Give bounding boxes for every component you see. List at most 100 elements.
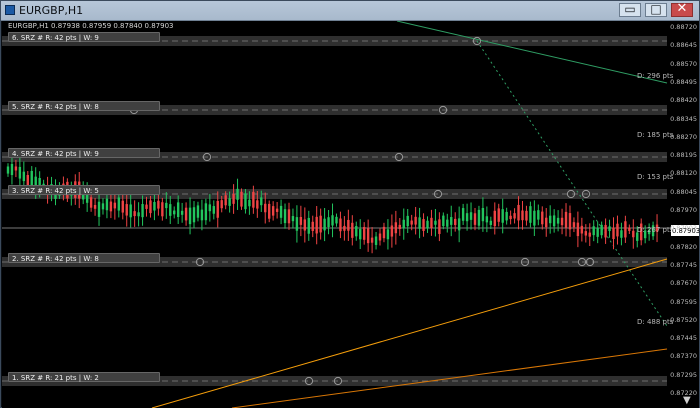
candle-body — [165, 203, 167, 208]
candle-body — [529, 206, 531, 223]
price-scale-label: 0.87295 — [670, 371, 697, 379]
candle-body — [205, 203, 207, 220]
candle-body — [339, 219, 341, 232]
candle-body — [521, 211, 523, 221]
candle-body — [387, 229, 389, 239]
candle-body — [335, 217, 337, 224]
candle-body — [458, 218, 460, 230]
minimize-button[interactable]: ▭ — [619, 3, 641, 17]
candle-body — [268, 204, 270, 219]
candle-body — [304, 219, 306, 230]
candle-body — [122, 201, 124, 213]
price-scale-label: 0.88045 — [670, 188, 697, 196]
candle-body — [217, 201, 219, 218]
candle-body — [525, 211, 527, 221]
candle-body — [632, 231, 634, 237]
candle-body — [173, 211, 175, 215]
candle-body — [224, 195, 226, 205]
distance-label-3: D: 153 pts — [637, 173, 673, 181]
candle-body — [351, 223, 353, 238]
candle-body — [149, 200, 151, 213]
maximize-icon: □ — [646, 2, 666, 16]
candle-body — [240, 192, 242, 207]
candle-body — [505, 212, 507, 221]
candle-body — [7, 166, 9, 173]
candle-body — [177, 202, 179, 217]
candle-body — [236, 189, 238, 200]
candle-body — [375, 236, 377, 244]
candle-body — [628, 228, 630, 231]
candle-body — [616, 224, 618, 237]
candle-body — [620, 230, 622, 238]
maximize-button[interactable]: □ — [645, 3, 667, 17]
candle-body — [94, 205, 96, 209]
candle-body — [331, 215, 333, 225]
candle-body — [157, 201, 159, 209]
window-buttons: ▭ □ ✕ — [619, 3, 693, 17]
chart-canvas[interactable] — [2, 21, 699, 408]
price-scale-label: 0.88120 — [670, 169, 697, 177]
price-scale-label: 0.88570 — [670, 60, 697, 68]
close-icon: ✕ — [672, 1, 692, 16]
candle-body — [133, 211, 135, 216]
level-label-6: 6. SRZ # R: 42 pts | W: 9 — [8, 32, 160, 42]
price-scale-label: 0.87745 — [670, 261, 697, 269]
candle-body — [513, 213, 515, 218]
candle-body — [189, 208, 191, 224]
candle-body — [593, 226, 595, 235]
candle-body — [280, 206, 282, 218]
close-button[interactable]: ✕ — [671, 3, 693, 17]
candle-body — [315, 217, 317, 234]
price-scale-label: 0.87595 — [670, 298, 697, 306]
titlebar[interactable]: EURGBP,H1 ▭ □ ✕ — [1, 1, 699, 21]
candle-body — [418, 217, 420, 228]
candle-body — [221, 200, 223, 208]
candle-body — [577, 223, 579, 236]
trendlines — [152, 21, 667, 408]
price-scale-label: 0.88720 — [670, 23, 697, 31]
price-scale-label: 0.87903 — [670, 224, 697, 232]
candle-body — [355, 226, 357, 236]
candle-body — [248, 200, 250, 206]
level-label-4: 4. SRZ # R: 42 pts | W: 9 — [8, 148, 160, 158]
candle-body — [533, 211, 535, 226]
candle-body — [102, 203, 104, 209]
price-scale-label: 0.87445 — [670, 334, 697, 342]
price-chart[interactable]: EURGBP,H1 0.87938 0.87959 0.87840 0.8790… — [2, 21, 699, 408]
candle-body — [565, 212, 567, 228]
price-scale-label: 0.88645 — [670, 41, 697, 49]
price-scale-label: 0.88495 — [670, 78, 697, 86]
candle-body — [482, 208, 484, 221]
candle-body — [399, 225, 401, 229]
candle-body — [573, 222, 575, 227]
candle-body — [308, 218, 310, 234]
arrow-down-icon[interactable]: ▼ — [683, 396, 693, 406]
candle-body — [106, 199, 108, 211]
candle-body — [604, 225, 606, 238]
candle-body — [126, 204, 128, 215]
candle-body — [23, 172, 25, 181]
candle-body — [288, 209, 290, 223]
distance-label-2: D: 185 pts — [637, 131, 673, 139]
candle-body — [569, 213, 571, 229]
candle-body — [264, 204, 266, 213]
candle-body — [161, 202, 163, 216]
candle-body — [11, 164, 13, 175]
candle-body — [213, 206, 215, 214]
window-title: EURGBP,H1 — [19, 4, 83, 17]
candle-body — [553, 215, 555, 226]
candle-body — [585, 231, 587, 235]
level-label-1: 1. SRZ # R: 21 pts | W: 2 — [8, 372, 160, 382]
distance-label-5: D: 488 pts — [637, 318, 673, 326]
candle-body — [256, 200, 258, 208]
candle-body — [193, 207, 195, 222]
candle-body — [395, 222, 397, 233]
candle-body — [517, 205, 519, 220]
candle-body — [426, 221, 428, 229]
candlesticks — [7, 154, 658, 253]
candle-body — [545, 218, 547, 227]
level-markers — [130, 37, 593, 384]
distance-label-4: D: 267 pts — [637, 226, 673, 234]
candle-body — [498, 208, 500, 221]
price-scale-label: 0.88195 — [670, 151, 697, 159]
